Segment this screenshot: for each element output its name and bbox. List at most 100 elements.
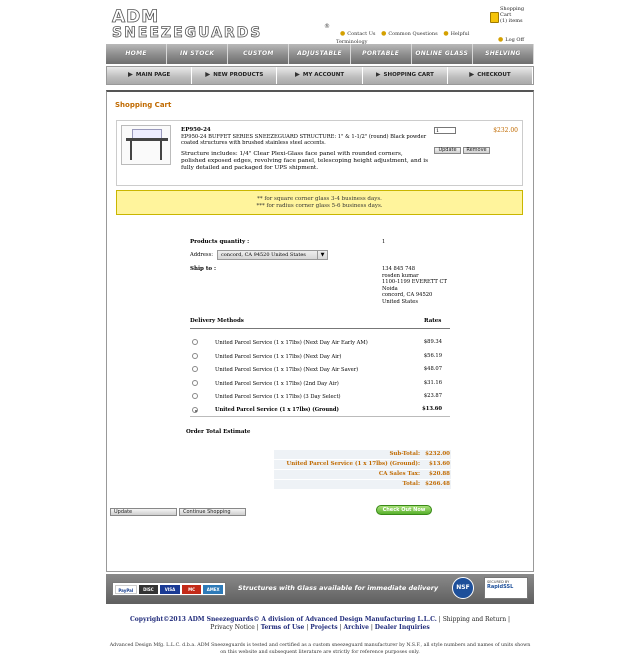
- product-price: $232.00: [493, 127, 518, 134]
- tax-label: CA Sales Tax:: [378, 471, 420, 477]
- delivery-option-rate: $23.87: [423, 393, 442, 399]
- header-cart[interactable]: Shopping Cart (1) items: [488, 6, 534, 24]
- nav-adjustable[interactable]: ADJUSTABLE: [289, 44, 351, 64]
- delivery-radio[interactable]: [192, 366, 198, 372]
- footer-link-archive[interactable]: Archive: [344, 624, 369, 631]
- product-thumbnail[interactable]: [121, 125, 171, 165]
- nav-online-glass[interactable]: ONLINE GLASS: [412, 44, 473, 64]
- product-desc-line2: Structure includes: 1/4" Clear Plexi-Gla…: [181, 150, 429, 171]
- copyright-text: Copyright©2013 ADM Sneezeguards© A divis…: [130, 616, 437, 623]
- tax-row: CA Sales Tax: $20.88: [274, 470, 451, 480]
- products-quantity-label: Products quantity :: [190, 239, 250, 245]
- products-quantity-value: 1: [382, 239, 386, 245]
- nav-custom[interactable]: CUSTOM: [228, 44, 290, 64]
- delivery-radio-selected[interactable]: [192, 407, 198, 413]
- footer-slogan: Structures with Glass available for imme…: [238, 584, 439, 592]
- ship-to-address: 134 845 748 rosden kumar 1100-1199 EVERE…: [382, 266, 462, 305]
- update-cart-button[interactable]: Update: [110, 508, 177, 516]
- shipping-value: $13.60: [428, 461, 450, 467]
- nav-home[interactable]: HOME: [106, 44, 168, 64]
- logout-link[interactable]: ● Log Off: [494, 36, 524, 43]
- check-out-now-button[interactable]: Check Out Now: [376, 505, 432, 515]
- arrow-right-icon: [375, 72, 381, 77]
- arrow-right-icon: [294, 72, 300, 77]
- ship-to-line: United States: [382, 298, 419, 305]
- footer-link-shipping[interactable]: Shipping and Return: [443, 616, 506, 623]
- site-logo[interactable]: ADM SNEEZEGUARDS ®: [110, 6, 332, 42]
- address-selected: concord, CA 94520 United States: [221, 252, 306, 258]
- common-questions-link[interactable]: Common Questions: [388, 31, 437, 37]
- notice-line-2: *** for radius corner glass 5-6 business…: [256, 203, 383, 209]
- secondary-nav: MAIN PAGE NEW PRODUCTS MY ACCOUNT SHOPPI…: [106, 66, 534, 85]
- contact-us-link[interactable]: Contact Us: [347, 31, 375, 37]
- page-title: Shopping Cart: [115, 101, 172, 109]
- nav-in-stock[interactable]: IN STOCK: [167, 44, 229, 64]
- footer-link-projects[interactable]: Projects: [310, 624, 337, 631]
- delivery-option-rate: $56.19: [423, 353, 442, 359]
- delivery-option-label: United Parcel Service (1 x 17lbs) (Next …: [215, 367, 359, 373]
- nav-new-products[interactable]: NEW PRODUCTS: [192, 67, 278, 84]
- footer-link-privacy[interactable]: Privacy Notice: [210, 624, 255, 631]
- arrow-right-icon: [469, 72, 475, 77]
- primary-nav: HOME IN STOCK CUSTOM ADJUSTABLE PORTABLE…: [106, 44, 534, 64]
- subtotal-label: Sub-Total:: [389, 451, 420, 457]
- product-code[interactable]: EP950-24: [181, 127, 211, 133]
- shipping-label: United Parcel Service (1 x 17lbs) (Groun…: [286, 461, 421, 467]
- address-label: Address:: [190, 252, 214, 258]
- total-label: Total:: [402, 481, 420, 487]
- nav-shopping-cart[interactable]: SHOPPING CART: [363, 67, 448, 84]
- rates-header: Rates: [424, 318, 442, 324]
- shopping-bag-icon: [490, 12, 499, 23]
- update-item-button[interactable]: Update: [434, 147, 461, 154]
- delivery-methods-header: Delivery Methods: [190, 318, 244, 324]
- nav-portable[interactable]: PORTABLE: [351, 44, 412, 64]
- star-icon: ●: [340, 30, 346, 37]
- delivery-option-rate: $31.16: [423, 380, 442, 386]
- delivery-radio[interactable]: [192, 393, 198, 399]
- paypal-icon: PayPal: [115, 585, 137, 594]
- nsf-seal-icon[interactable]: NSF: [452, 577, 474, 599]
- notice-line-1: ** for square corner glass 3-4 business …: [257, 196, 382, 202]
- nav-shopping-cart-label: SHOPPING CART: [383, 72, 434, 78]
- continue-shopping-button[interactable]: Continue Shopping: [179, 508, 246, 516]
- delivery-radio[interactable]: [192, 339, 198, 345]
- tax-value: $20.88: [428, 471, 450, 477]
- nav-main-page[interactable]: MAIN PAGE: [107, 67, 193, 84]
- delivery-option-label: United Parcel Service (1 x 17lbs) (Next …: [215, 340, 368, 346]
- footer-legal: Advanced Design Mfg. L.L.C. d.b.a. ADM S…: [109, 643, 531, 655]
- delivery-radio[interactable]: [192, 353, 198, 359]
- address-select[interactable]: concord, CA 94520 United States ▼: [217, 250, 328, 260]
- divider: [190, 416, 450, 417]
- logo-graphic: ADM SNEEZEGUARDS ®: [112, 7, 330, 42]
- arrow-right-icon: [205, 72, 211, 77]
- subtotal-row: Sub-Total: $232.00: [274, 450, 451, 460]
- delivery-option-label: United Parcel Service (1 x 17lbs) (Groun…: [215, 407, 339, 413]
- star-icon: ●: [498, 36, 504, 43]
- ssl-brand-text: RapidSSL: [487, 584, 514, 590]
- delivery-option-label: United Parcel Service (1 x 17lbs) (3 Day…: [215, 394, 341, 400]
- divider: [190, 328, 450, 329]
- product-description: EP950-24 EP950-24 BUFFET SERIES SNEEZEGU…: [181, 127, 429, 172]
- delivery-option-label: United Parcel Service (1 x 17lbs) (2nd D…: [215, 381, 339, 387]
- remove-item-button[interactable]: Remove: [463, 147, 490, 154]
- nav-checkout[interactable]: CHECKOUT: [448, 67, 534, 84]
- nav-main-page-label: MAIN PAGE: [135, 72, 171, 78]
- arrow-right-icon: [127, 72, 133, 77]
- nav-shelving[interactable]: SHELVING: [473, 44, 534, 64]
- delivery-option-rate: $13.60: [422, 406, 442, 412]
- footer-copyright: Copyright©2013 ADM Sneezeguards© A divis…: [130, 616, 510, 631]
- svg-text:®: ®: [324, 23, 330, 30]
- chevron-down-icon[interactable]: ▼: [317, 251, 327, 259]
- nav-my-account-label: MY ACCOUNT: [302, 72, 345, 78]
- nav-new-products-label: NEW PRODUCTS: [213, 72, 264, 78]
- rapidssl-seal-icon[interactable]: SECURED BY RapidSSL: [484, 577, 528, 599]
- logout-label[interactable]: Log Off: [505, 37, 524, 43]
- footer-link-terms[interactable]: Terms of Use: [261, 624, 305, 631]
- nav-my-account[interactable]: MY ACCOUNT: [277, 67, 363, 84]
- nav-checkout-label: CHECKOUT: [477, 72, 511, 78]
- delivery-radio[interactable]: [192, 380, 198, 386]
- cart-label[interactable]: Shopping Cart: [500, 6, 534, 18]
- footer-link-dealer[interactable]: Dealer Inquiries: [375, 624, 430, 631]
- quantity-input[interactable]: 1: [434, 127, 456, 134]
- total-value: $266.48: [425, 481, 450, 487]
